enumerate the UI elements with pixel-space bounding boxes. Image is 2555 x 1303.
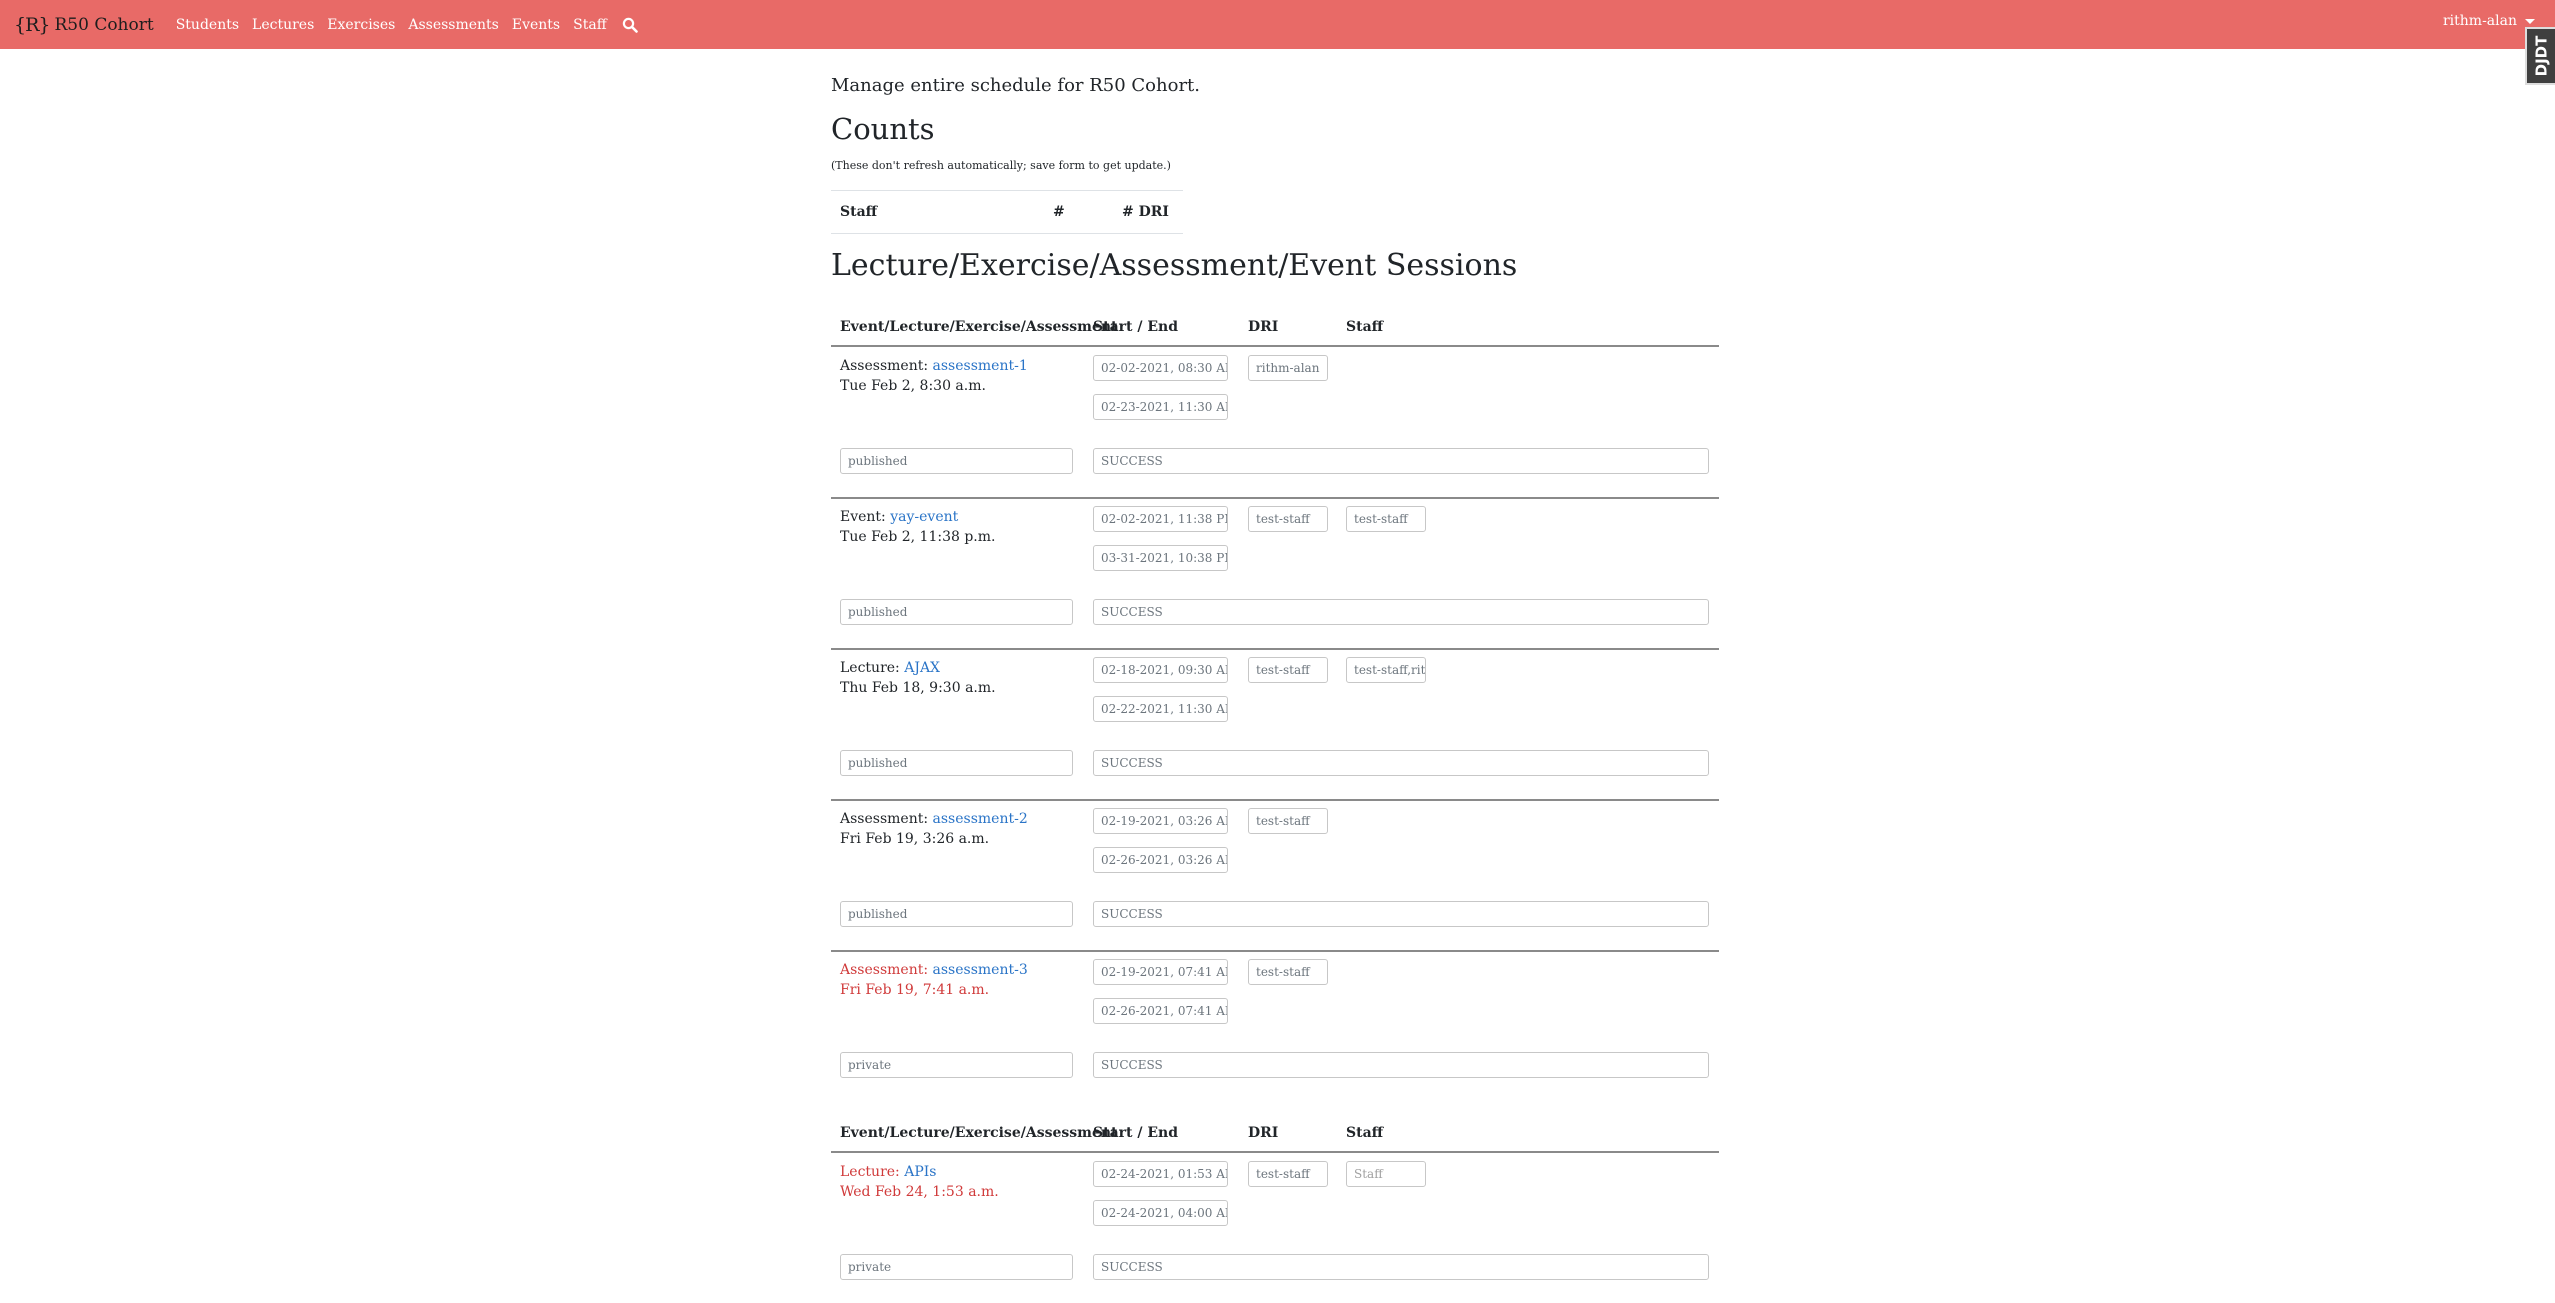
sessions-table-header: Event/Lecture/Exercise/Assessment Start … (831, 1113, 1719, 1153)
session-date: Tue Feb 2, 11:38 p.m. (840, 529, 996, 545)
result-field[interactable]: SUCCESS (1093, 1254, 1709, 1280)
status-select[interactable]: published (840, 750, 1073, 776)
status-select[interactable]: published (840, 448, 1073, 474)
session-title: Assessment: assessment-3 (840, 962, 1028, 978)
result-field[interactable]: SUCCESS (1093, 448, 1709, 474)
dri-input[interactable]: test-staff (1248, 808, 1328, 834)
nav-lectures[interactable]: Lectures (252, 17, 314, 33)
session-row: Lecture: AJAX Thu Feb 18, 9:30 a.m. 02-1… (831, 649, 1719, 801)
result-field[interactable]: SUCCESS (1093, 750, 1709, 776)
dri-input[interactable]: test-staff (1248, 959, 1328, 985)
counts-header-dri: # DRI (1122, 204, 1169, 220)
counts-header-count: # (1053, 204, 1065, 220)
end-datetime-input[interactable]: 02-22-2021, 11:30 AM (1093, 696, 1228, 722)
start-datetime-input[interactable]: 02-19-2021, 07:41 AM (1093, 959, 1228, 985)
session-title: Assessment: assessment-2 (840, 811, 1028, 827)
debug-toolbar-handle[interactable]: DJDT (2525, 27, 2555, 85)
dri-input[interactable]: test-staff (1248, 1161, 1328, 1187)
result-field[interactable]: SUCCESS (1093, 599, 1709, 625)
session-link[interactable]: assessment-3 (933, 962, 1028, 978)
session-date: Fri Feb 19, 3:26 a.m. (840, 831, 990, 847)
session-date: Fri Feb 19, 7:41 a.m. (840, 982, 990, 998)
status-select[interactable]: published (840, 901, 1073, 927)
session-row: Assessment: assessment-3 Fri Feb 19, 7:4… (831, 951, 1719, 1101)
counts-heading: Counts (831, 112, 935, 146)
session-link[interactable]: APIs (904, 1164, 936, 1180)
session-date: Thu Feb 18, 9:30 a.m. (840, 680, 996, 696)
status-select[interactable]: published (840, 599, 1073, 625)
start-datetime-input[interactable]: 02-19-2021, 03:26 AM (1093, 808, 1228, 834)
end-datetime-input[interactable]: 02-26-2021, 03:26 AM (1093, 847, 1228, 873)
header-start-end: Start / End (1093, 1125, 1178, 1141)
header-dri: DRI (1248, 319, 1279, 335)
counts-note: (These don't refresh automatically; save… (831, 159, 1171, 172)
header-event: Event/Lecture/Exercise/Assessment (840, 1125, 1118, 1141)
sessions-table-header: Event/Lecture/Exercise/Assessment Start … (831, 307, 1719, 347)
end-datetime-input[interactable]: 02-26-2021, 07:41 AM (1093, 998, 1228, 1024)
header-event: Event/Lecture/Exercise/Assessment (840, 319, 1118, 335)
nav-events[interactable]: Events (512, 17, 560, 33)
end-datetime-input[interactable]: 02-23-2021, 11:30 AM (1093, 394, 1228, 420)
session-title: Assessment: assessment-1 (840, 358, 1028, 374)
start-datetime-input[interactable]: 02-18-2021, 09:30 AM (1093, 657, 1228, 683)
result-field[interactable]: SUCCESS (1093, 901, 1709, 927)
session-link[interactable]: assessment-1 (933, 358, 1028, 374)
search-icon[interactable] (622, 17, 638, 33)
session-link[interactable]: AJAX (904, 660, 940, 676)
start-datetime-input[interactable]: 02-24-2021, 01:53 AM (1093, 1161, 1228, 1187)
session-date: Wed Feb 24, 1:53 a.m. (840, 1184, 999, 1200)
staff-input[interactable]: test-staff (1346, 506, 1426, 532)
counts-table: Staff # # DRI (831, 190, 1183, 234)
brand-logo: {R} (14, 13, 50, 36)
end-datetime-input[interactable]: 02-24-2021, 04:00 AM (1093, 1200, 1228, 1226)
session-row: Assessment: assessment-2 Fri Feb 19, 3:2… (831, 800, 1719, 952)
start-datetime-input[interactable]: 02-02-2021, 08:30 AM (1093, 355, 1228, 381)
nav-exercises[interactable]: Exercises (327, 17, 395, 33)
dri-input[interactable]: test-staff (1248, 657, 1328, 683)
counts-header-staff: Staff (840, 204, 878, 220)
user-name: rithm-alan (2442, 13, 2517, 29)
session-title: Lecture: APIs (840, 1164, 937, 1180)
top-navbar: {R} R50 Cohort Students Lectures Exercis… (0, 0, 2555, 49)
header-dri: DRI (1248, 1125, 1279, 1141)
session-row: Event: yay-event Tue Feb 2, 11:38 p.m. 0… (831, 498, 1719, 650)
brand-title: R50 Cohort (54, 14, 154, 35)
staff-input[interactable]: test-staff,ritl (1346, 657, 1426, 683)
brand-link[interactable]: {R} R50 Cohort (14, 14, 154, 36)
header-staff: Staff (1346, 1125, 1384, 1141)
session-link[interactable]: yay-event (890, 509, 958, 525)
session-row: Assessment: assessment-1 Tue Feb 2, 8:30… (831, 347, 1719, 499)
session-title: Lecture: AJAX (840, 660, 941, 676)
nav-assessments[interactable]: Assessments (408, 17, 499, 33)
chevron-down-icon (2525, 18, 2535, 24)
session-date: Tue Feb 2, 8:30 a.m. (840, 378, 986, 394)
dri-input[interactable]: test-staff (1248, 506, 1328, 532)
header-start-end: Start / End (1093, 319, 1178, 335)
end-datetime-input[interactable]: 03-31-2021, 10:38 PM (1093, 545, 1228, 571)
sessions-heading: Lecture/Exercise/Assessment/Event Sessio… (831, 248, 1518, 283)
session-title: Event: yay-event (840, 509, 959, 525)
user-menu[interactable]: rithm-alan (2443, 13, 2535, 29)
session-row: Lecture: APIs Wed Feb 24, 1:53 a.m. 02-2… (831, 1153, 1719, 1303)
start-datetime-input[interactable]: 02-02-2021, 11:38 PM (1093, 506, 1228, 532)
status-select[interactable]: private (840, 1254, 1073, 1280)
status-select[interactable]: private (840, 1052, 1073, 1078)
result-field[interactable]: SUCCESS (1093, 1052, 1709, 1078)
dri-input[interactable]: rithm-alan (1248, 355, 1328, 381)
session-link[interactable]: assessment-2 (933, 811, 1028, 827)
nav-staff[interactable]: Staff (573, 17, 607, 33)
intro-text: Manage entire schedule for R50 Cohort. (831, 75, 1201, 96)
nav-students[interactable]: Students (176, 17, 239, 33)
header-staff: Staff (1346, 319, 1384, 335)
staff-input[interactable]: Staff (1346, 1161, 1426, 1187)
